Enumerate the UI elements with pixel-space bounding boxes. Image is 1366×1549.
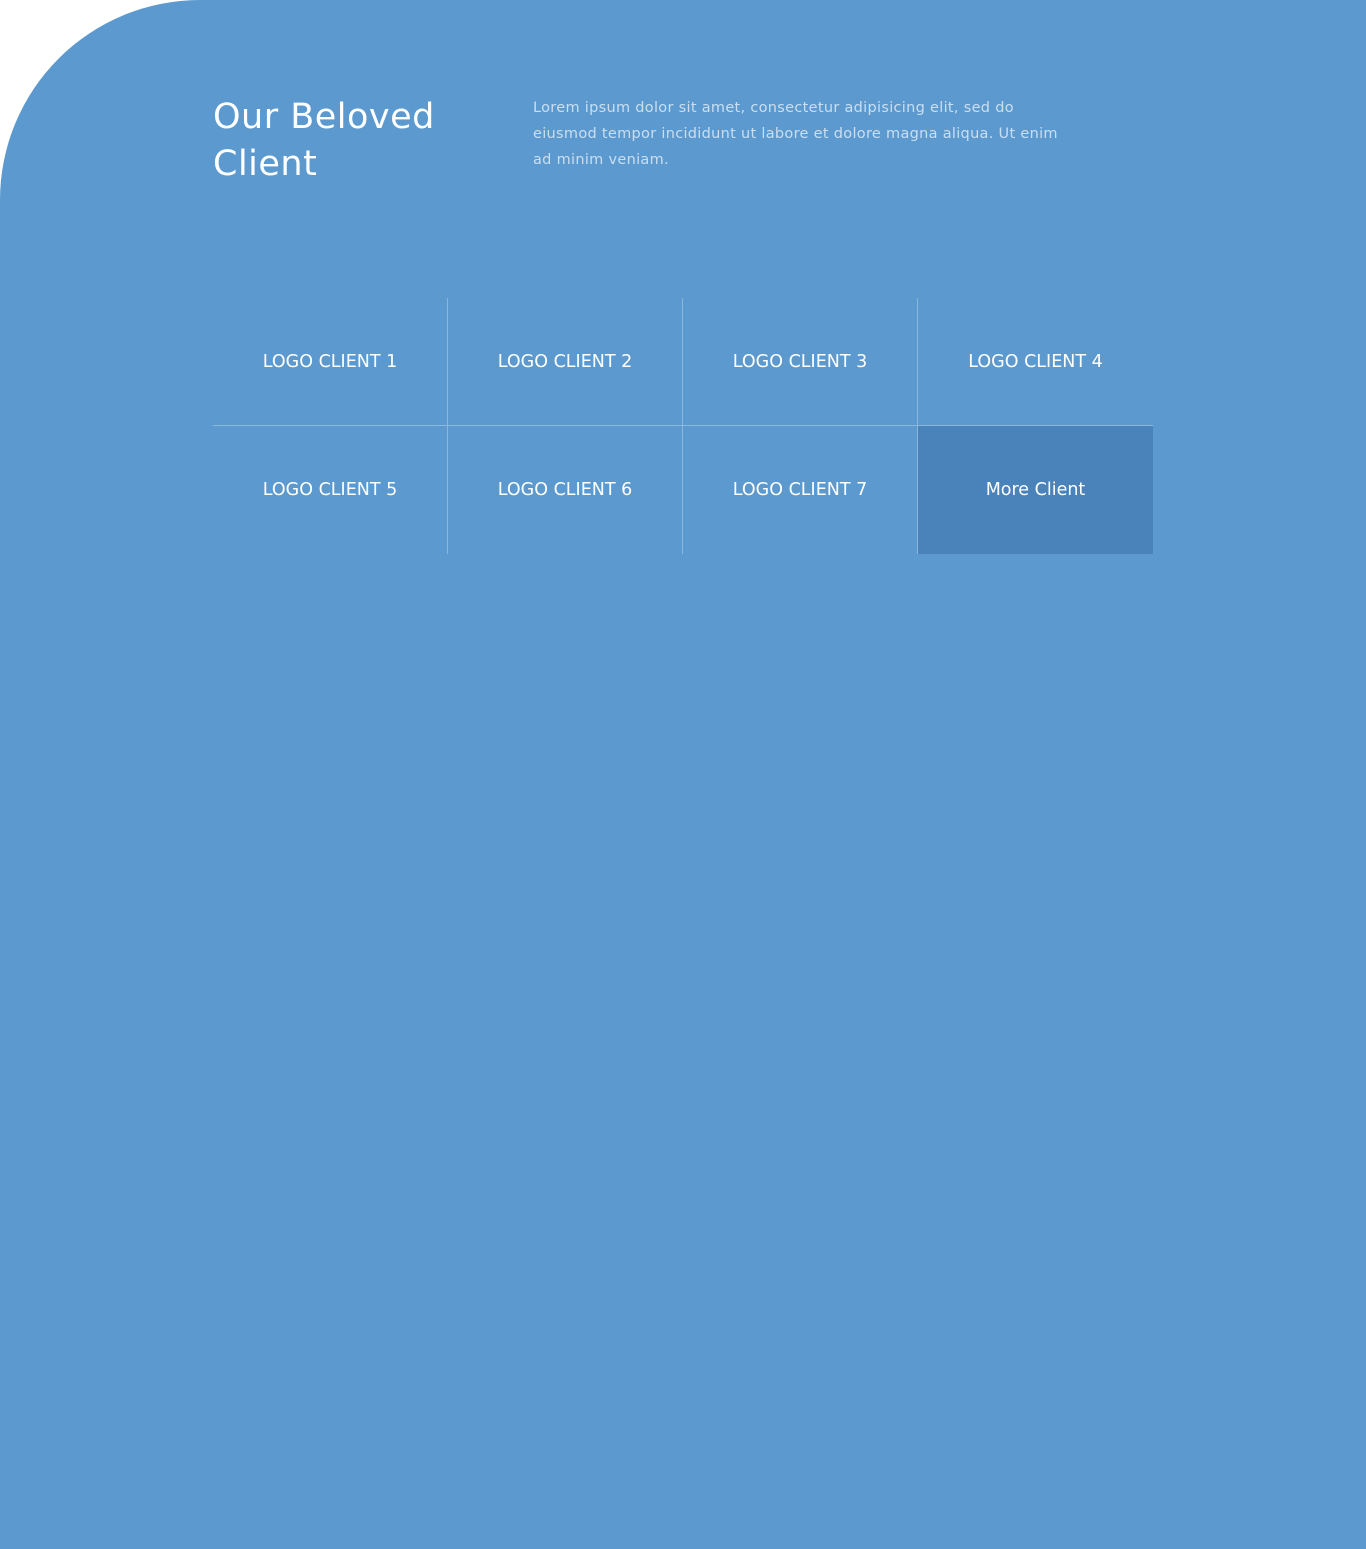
client-logo-5[interactable]: LOGO CLIENT 5 <box>213 426 448 554</box>
section-description: Lorem ipsum dolor sit amet, consectetur … <box>533 100 1058 168</box>
more-client-button[interactable]: More Client <box>918 426 1153 554</box>
client-logo-1[interactable]: LOGO CLIENT 1 <box>213 298 448 426</box>
client-logo-6[interactable]: LOGO CLIENT 6 <box>448 426 683 554</box>
client-logo-7[interactable]: LOGO CLIENT 7 <box>683 426 918 554</box>
client-logo-2[interactable]: LOGO CLIENT 2 <box>448 298 683 426</box>
client-logo-grid: LOGO CLIENT 1 LOGO CLIENT 2 LOGO CLIENT … <box>213 298 1153 554</box>
client-logo-3[interactable]: LOGO CLIENT 3 <box>683 298 918 426</box>
client-logo-4[interactable]: LOGO CLIENT 4 <box>918 298 1153 426</box>
section-title: Our Beloved Client <box>213 97 435 184</box>
clients-section: Our Beloved Client Lorem ipsum dolor sit… <box>0 0 1366 1549</box>
